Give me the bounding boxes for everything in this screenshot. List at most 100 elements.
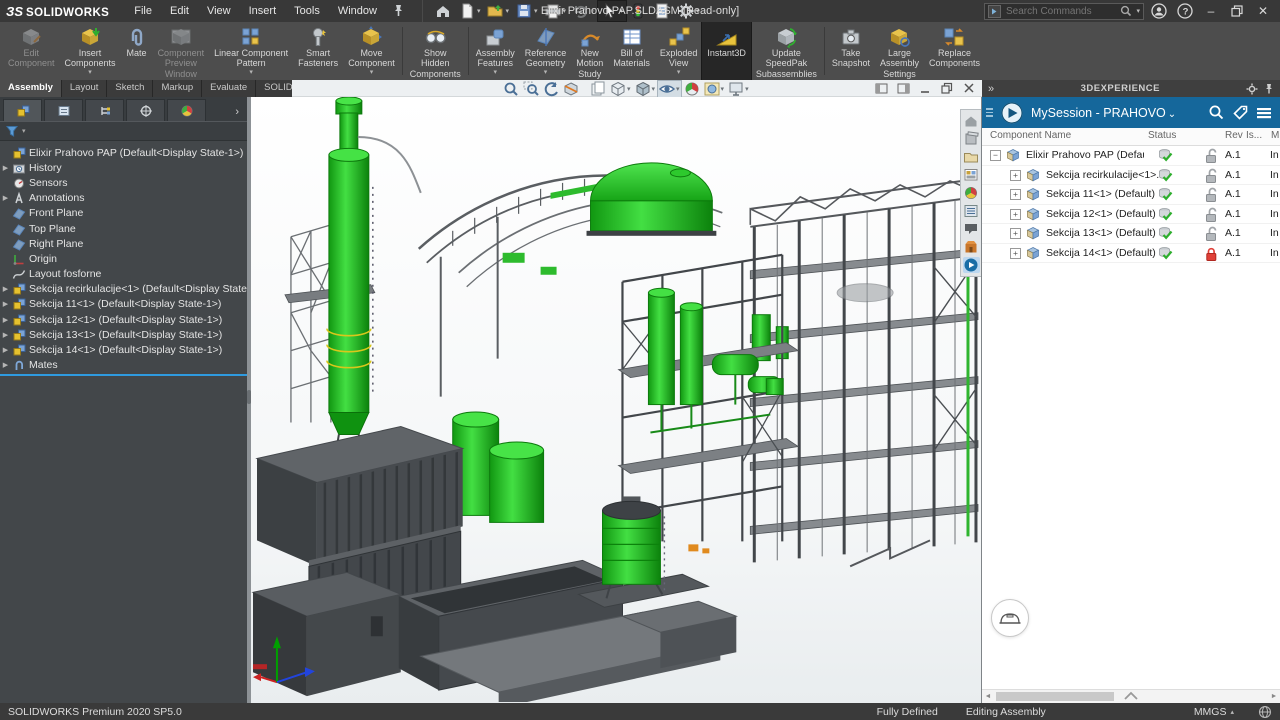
home-button[interactable] (431, 1, 455, 21)
component-row[interactable]: +Sekcija 14<1> (Default)A.1In (982, 244, 1280, 264)
tree-filter-bar[interactable]: ▾ (0, 121, 247, 141)
tab-evaluate[interactable]: Evaluate (202, 80, 256, 97)
expand-arrow-icon[interactable]: ▶ (0, 285, 11, 293)
globe-icon[interactable] (1258, 705, 1272, 719)
apply-scene-icon[interactable]: ▾ (703, 81, 726, 97)
collapse-minus-icon[interactable]: − (990, 150, 1001, 161)
expand-arrow-icon[interactable]: ▶ (0, 194, 11, 202)
linear-component-pattern-button[interactable]: Linear ComponentPattern▾ (209, 22, 293, 80)
dimxpertmanager-tab[interactable] (126, 99, 165, 121)
hide-show-items-icon[interactable]: ▾ (658, 81, 681, 97)
large-assembly-settings-button[interactable]: LargeAssemblySettings (875, 22, 924, 80)
menu-window[interactable]: Window (329, 2, 386, 20)
minimize-icon[interactable]: – (1200, 2, 1222, 20)
tree-item[interactable]: ▶Sekcija 14<1> (Default<Display State-1>… (0, 342, 247, 357)
3dexperience-icon[interactable] (963, 257, 980, 273)
take-snapshot-button[interactable]: TakeSnapshot (827, 22, 875, 80)
zoom-to-area-icon[interactable] (522, 81, 540, 97)
save-button[interactable]: ▾ (512, 1, 541, 21)
tree-item[interactable]: Sensors (0, 175, 247, 190)
expand-arrow-icon[interactable]: ▶ (0, 164, 11, 172)
panel-pin-icon[interactable] (1264, 83, 1274, 95)
featuremanager-tab[interactable] (3, 99, 42, 121)
expand-arrow-icon[interactable]: ▶ (0, 346, 11, 354)
lock-open-icon[interactable] (1203, 168, 1219, 183)
reference-geometry-caret-icon[interactable]: ▾ (544, 69, 548, 77)
smart-fasteners-button[interactable]: SmartFasteners (293, 22, 343, 80)
model-scrubber-tower[interactable] (285, 97, 421, 464)
tree-item[interactable]: ▶Sekcija 13<1> (Default<Display State-1>… (0, 327, 247, 342)
tree-item[interactable]: ▶Annotations (0, 191, 247, 206)
open-caret-icon[interactable]: ▾ (505, 7, 509, 15)
propertymanager-tab[interactable] (44, 99, 83, 121)
file-explorer-icon[interactable] (963, 149, 980, 165)
insert-components-button[interactable]: InsertComponents▾ (60, 22, 121, 80)
scroll-thumb[interactable] (996, 692, 1114, 701)
scroll-right-icon[interactable]: ► (1268, 693, 1280, 700)
panel-collapse-icon[interactable]: » (988, 83, 995, 95)
menu-tools[interactable]: Tools (285, 2, 329, 20)
instant3d-button[interactable]: Instant3D (702, 22, 751, 80)
filter-funnel-icon[interactable] (5, 124, 19, 138)
design-library-icon[interactable] (963, 131, 980, 147)
search-caret-icon[interactable]: ▾ (1136, 7, 1140, 15)
expand-plus-icon[interactable]: + (1010, 170, 1021, 181)
help-icon[interactable]: ? (1174, 2, 1196, 20)
tree-item[interactable]: Front Plane (0, 206, 247, 221)
close-icon[interactable]: ✕ (1252, 2, 1274, 20)
search-commands-box[interactable]: ▾ (984, 3, 1144, 20)
assembly-features-button[interactable]: AssemblyFeatures▾ (471, 22, 520, 80)
tree-item[interactable]: ▶Sekcija 12<1> (Default<Display State-1>… (0, 312, 247, 327)
pin-menu-icon[interactable] (386, 4, 410, 18)
assistant-bubble[interactable] (991, 599, 1029, 637)
view-palette-icon[interactable] (963, 167, 980, 183)
new-motion-study-button[interactable]: NewMotionStudy (571, 22, 608, 80)
show-hidden-components-button[interactable]: ShowHiddenComponents (405, 22, 466, 80)
tag-icon[interactable] (1232, 104, 1249, 121)
tree-item[interactable]: ▶Sekcija 11<1> (Default<Display State-1>… (0, 297, 247, 312)
model-small-green-tank[interactable] (579, 496, 709, 607)
replace-components-button[interactable]: ReplaceComponents (924, 22, 985, 80)
assembly-model-view[interactable] (251, 97, 981, 702)
tree-item[interactable]: Top Plane (0, 221, 247, 236)
tree-item[interactable]: ▶Sekcija recirkulacije<1> (Default<Displ… (0, 282, 247, 297)
units-caret-icon[interactable]: ▴ (1230, 708, 1234, 716)
move-component-caret-icon[interactable]: ▾ (370, 69, 374, 77)
new-document-button[interactable]: ▾ (455, 1, 484, 21)
assembly-features-caret-icon[interactable]: ▾ (494, 69, 498, 77)
tab-sketch[interactable]: Sketch (107, 80, 153, 97)
tab-layout[interactable]: Layout (62, 80, 108, 97)
panel-horizontal-scrollbar[interactable]: ◄ ► (982, 689, 1280, 703)
model-pedestal-box[interactable] (253, 572, 401, 696)
update-speedpak-subassemblies-button[interactable]: UpdateSpeedPakSubassemblies (751, 22, 822, 80)
search-input[interactable] (1004, 5, 1117, 18)
view-settings-caret-icon[interactable]: ▾ (745, 85, 749, 93)
doc-restore-icon[interactable] (941, 82, 954, 95)
save-caret-icon[interactable]: ▾ (534, 7, 538, 15)
3dexperience-marketplace-icon[interactable] (963, 239, 980, 255)
view-settings-icon[interactable]: ▾ (727, 81, 750, 97)
tab-solidworks-add-ins[interactable]: SOLIDWORKS Add-Ins (256, 80, 292, 97)
menu-view[interactable]: View (198, 2, 240, 20)
mate-button[interactable]: Mate (121, 22, 153, 80)
open-button[interactable]: ▾ (483, 1, 512, 21)
search-magnifier-icon[interactable] (1120, 5, 1132, 17)
component-row[interactable]: +Sekcija 13<1> (Default)A.1In (982, 224, 1280, 244)
doc-close-icon[interactable] (963, 82, 976, 95)
tree-item[interactable]: Origin (0, 251, 247, 266)
component-row[interactable]: +Sekcija 11<1> (Default)A.1In (982, 185, 1280, 205)
solidworks-resources-icon[interactable] (963, 113, 980, 129)
tab-markup[interactable]: Markup (153, 80, 202, 97)
edit-appearance-icon[interactable] (683, 81, 701, 97)
apply-scene-caret-icon[interactable]: ▾ (721, 85, 725, 93)
configurationmanager-tab[interactable] (85, 99, 124, 121)
column-rev[interactable]: Rev (1225, 130, 1243, 141)
doc-minimize-icon[interactable] (919, 82, 932, 95)
expand-plus-icon[interactable]: + (1010, 228, 1021, 239)
tree-item[interactable]: Right Plane (0, 236, 247, 251)
column-is-[interactable]: Is... (1246, 130, 1262, 141)
custom-properties-icon[interactable] (963, 203, 980, 219)
menu-insert[interactable]: Insert (240, 2, 286, 20)
expand-plus-icon[interactable]: + (1010, 209, 1021, 220)
compass-icon[interactable] (1000, 101, 1024, 125)
